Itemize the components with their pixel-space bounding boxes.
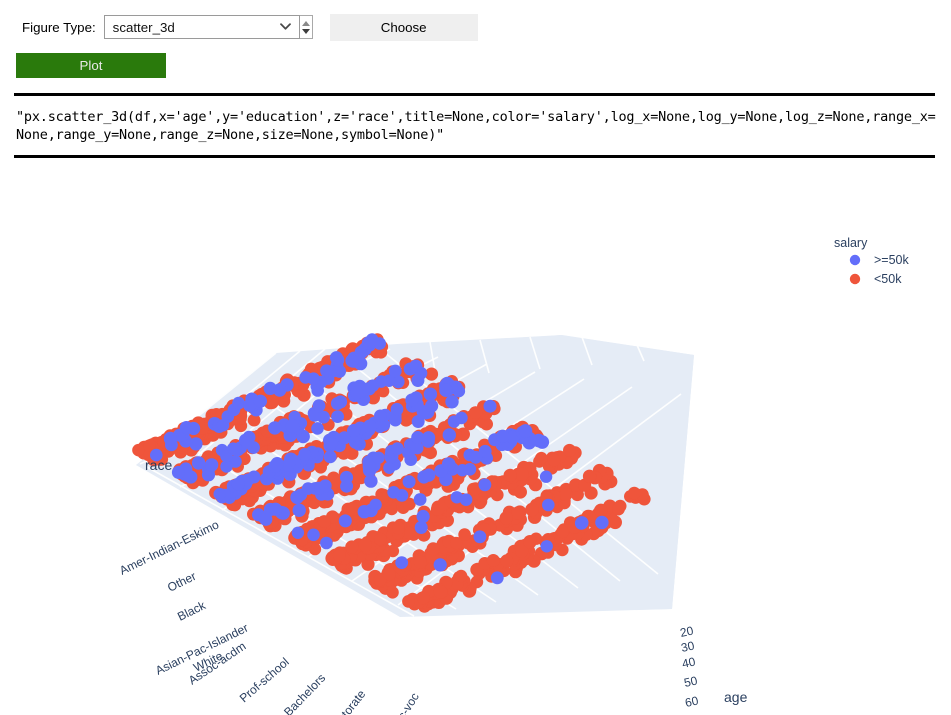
scatter-3d-svg: Amer-Indian-Eskimo Other Black Asian-Pac… (117, 236, 910, 715)
age-axis: 20 30 40 50 60 70 80 90 age (679, 623, 748, 710)
age-tick-4: 60 (684, 693, 700, 710)
figure-type-select-wrap: scatter_3d (103, 15, 313, 39)
education-tick-1: Prof-school (237, 655, 292, 705)
figure-type-select[interactable]: scatter_3d (103, 15, 300, 39)
triangle-up-icon[interactable] (301, 20, 310, 26)
figure-type-spinner[interactable] (299, 15, 313, 39)
divider-bottom (14, 155, 935, 158)
age-tick-3: 50 (683, 673, 699, 690)
education-axis: Assoc-acdm Prof-school Bachelors Doctora… (186, 639, 422, 715)
education-tick-3: Doctorate (325, 687, 368, 715)
race-tick-2: Black (175, 598, 208, 624)
age-tick-2: 40 (681, 654, 697, 671)
plotly-figure[interactable]: Amer-Indian-Eskimo Other Black Asian-Pac… (0, 165, 951, 715)
age-tick-1: 30 (680, 638, 696, 655)
legend[interactable]: salary >=50k <50k (834, 236, 910, 286)
chevron-down-icon (279, 23, 291, 30)
age-axis-title: age (724, 689, 748, 705)
legend-label-0: >=50k (874, 253, 910, 267)
education-tick-4: Assoc-voc (381, 690, 422, 715)
figure-type-label: Figure Type: (22, 19, 96, 35)
legend-label-1: <50k (874, 272, 902, 286)
legend-swatch-0[interactable] (849, 254, 861, 266)
age-tick-0: 20 (679, 623, 695, 640)
choose-button[interactable]: Choose (329, 13, 478, 41)
generated-code-text: "px.scatter_3d(df,x='age',y='education',… (16, 109, 936, 143)
legend-title: salary (834, 236, 868, 250)
legend-swatch-1[interactable] (849, 273, 861, 285)
plot-row: Plot (0, 41, 951, 78)
race-axis-title: race (145, 457, 172, 473)
controls-panel: Figure Type: scatter_3d Choose Plot (0, 0, 951, 78)
page-root: Figure Type: scatter_3d Choose Plot "px.… (0, 0, 951, 715)
figure-type-row: Figure Type: scatter_3d Choose (0, 13, 951, 41)
race-tick-0: Amer-Indian-Eskimo (117, 517, 221, 577)
race-tick-1: Other (165, 569, 198, 595)
triangle-down-icon[interactable] (301, 28, 310, 34)
figure-type-value: scatter_3d (112, 19, 175, 35)
education-tick-2: Bachelors (281, 671, 328, 715)
divider-top (14, 93, 935, 96)
plot-button[interactable]: Plot (16, 53, 166, 78)
